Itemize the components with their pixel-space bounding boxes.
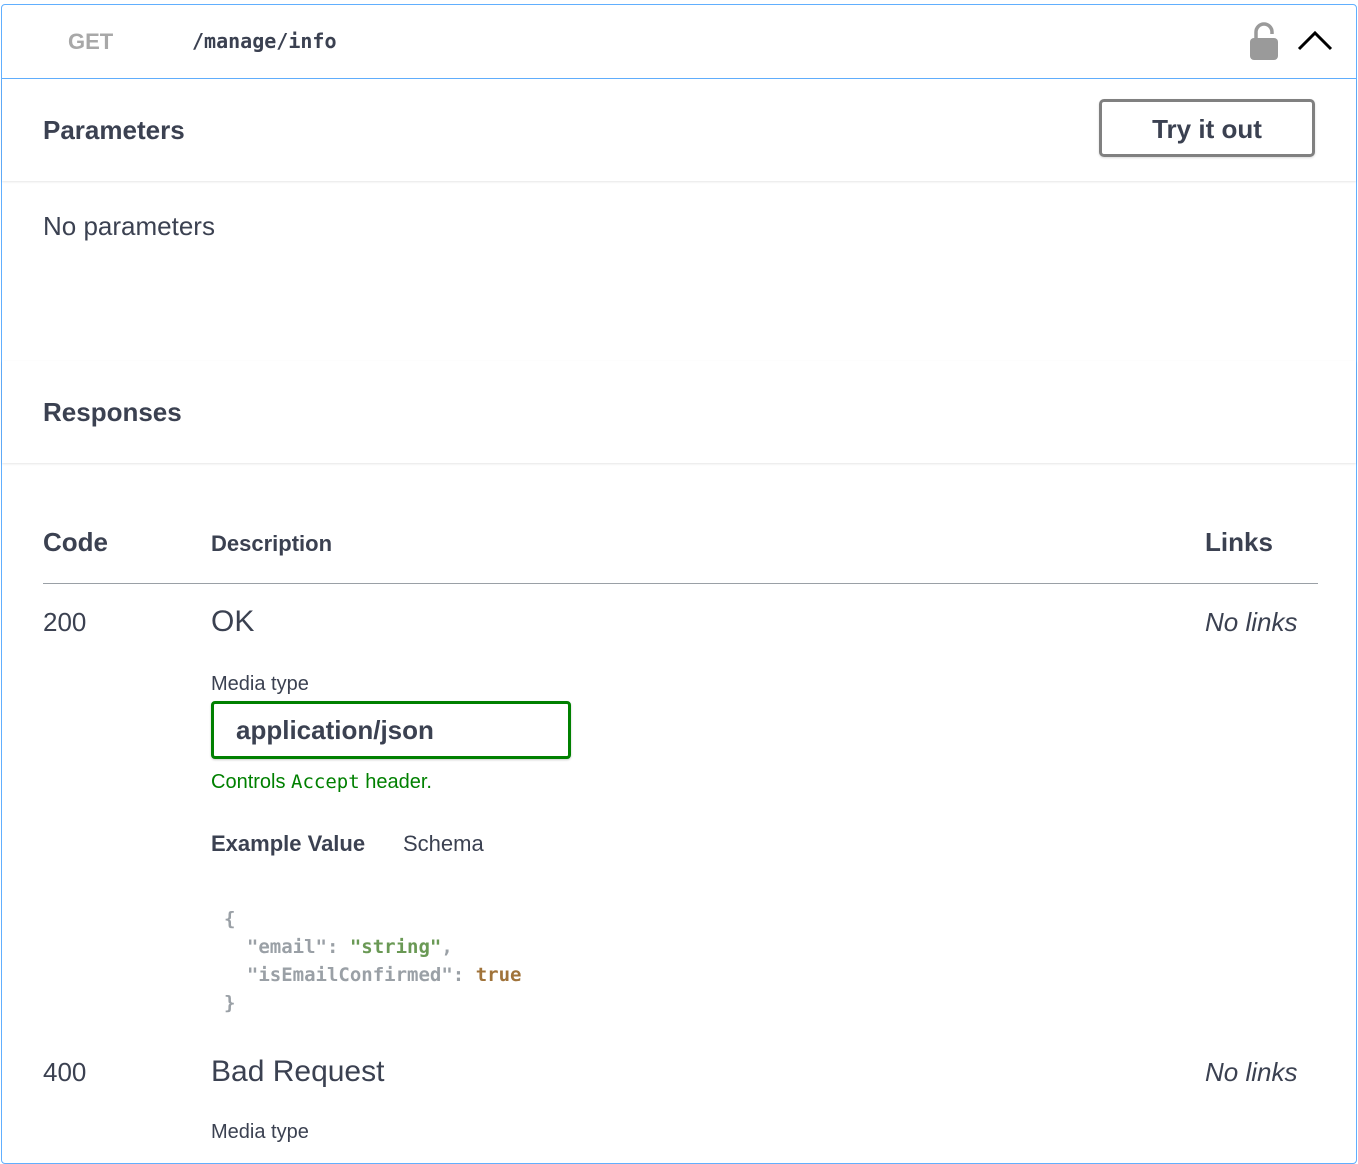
controls-accept-note: Controls Accept header.: [211, 771, 432, 794]
media-type-label: Media type: [211, 673, 309, 695]
operation-summary[interactable]: GET /manage/info: [2, 5, 1356, 79]
json-comma: ,: [441, 936, 453, 958]
response-description: Bad Request: [211, 1055, 385, 1088]
response-code: 200: [43, 607, 87, 637]
table-header-divider: [43, 583, 1318, 584]
response-code: 400: [43, 1057, 87, 1087]
responses-header: Responses: [2, 361, 1356, 463]
media-type-label: Media type: [211, 1121, 309, 1143]
column-header-code: Code: [43, 527, 108, 557]
json-key-is-email-confirmed: "isEmailConfirmed": [246, 964, 453, 986]
tab-schema[interactable]: Schema: [403, 831, 484, 857]
example-value-code: { "email": "string", "isEmailConfirmed":…: [224, 905, 521, 1017]
json-separator: :: [452, 964, 476, 986]
parameters-title: Parameters: [43, 115, 185, 145]
tab-example-value[interactable]: Example Value: [211, 831, 365, 857]
controls-prefix: Controls: [211, 771, 286, 793]
json-value-string: "string": [349, 936, 442, 958]
response-description: OK: [211, 605, 255, 638]
response-links: No links: [1205, 607, 1298, 637]
chevron-up-icon[interactable]: [1296, 27, 1334, 58]
lock-icon[interactable]: [1248, 21, 1280, 66]
parameters-header: Parameters Try it out: [2, 79, 1356, 181]
column-header-links: Links: [1205, 527, 1273, 557]
json-value-boolean: true: [475, 964, 522, 986]
endpoint-path: /manage/info: [192, 29, 337, 53]
media-type-select[interactable]: application/json: [211, 701, 571, 759]
responses-title: Responses: [43, 397, 182, 427]
json-key-email: "email": [246, 936, 327, 958]
controls-suffix: header.: [365, 771, 432, 793]
response-links: No links: [1205, 1057, 1298, 1087]
operation-block: GET /manage/info Parameters Try it out N…: [1, 4, 1357, 1164]
no-parameters-text: No parameters: [43, 211, 215, 241]
try-it-out-button[interactable]: Try it out: [1099, 99, 1315, 157]
json-close-brace: }: [224, 992, 236, 1014]
accept-header-name: Accept: [291, 771, 360, 793]
http-method: GET: [68, 29, 114, 54]
column-header-description: Description: [211, 531, 333, 556]
json-open-brace: {: [224, 908, 236, 930]
json-separator: :: [326, 936, 350, 958]
